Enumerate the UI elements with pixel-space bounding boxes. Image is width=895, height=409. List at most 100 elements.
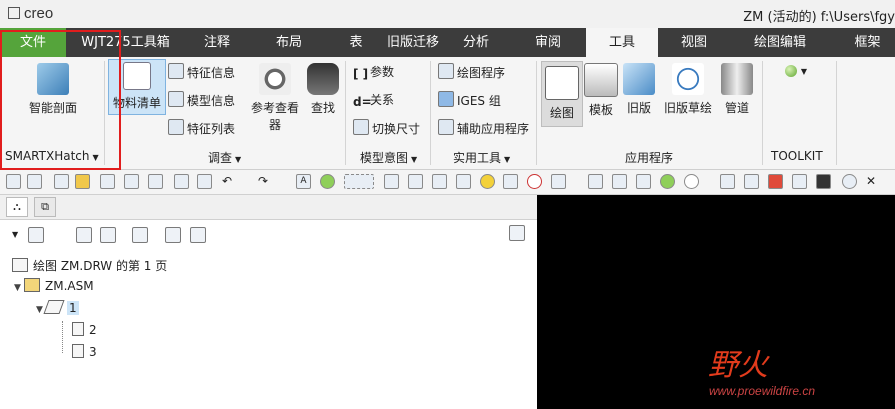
group-divider <box>536 61 537 165</box>
green-ball-icon-2[interactable] <box>660 174 675 189</box>
legacy-sketch-button[interactable]: 旧版草绘 <box>660 63 716 116</box>
brackets-icon: [ ] <box>353 67 369 81</box>
paint-icon[interactable] <box>456 174 471 189</box>
target-icon[interactable] <box>527 174 542 189</box>
tree-expand-icon[interactable] <box>76 227 92 243</box>
page-icon[interactable] <box>408 174 423 189</box>
export-icon[interactable] <box>792 174 807 189</box>
tree-node-child-2[interactable]: 2 <box>72 321 97 339</box>
eraser-icon[interactable] <box>384 174 399 189</box>
tab-drawing-edit[interactable]: 绘图编辑 <box>742 28 818 57</box>
chevron-down-icon: ▼ <box>235 155 242 164</box>
save-as-icon[interactable] <box>124 174 139 189</box>
tab-frame[interactable]: 框架 <box>840 28 895 57</box>
tree-node-assembly[interactable]: ▼ ZM.ASM <box>14 277 94 295</box>
component-icon <box>72 344 84 358</box>
toolkit-button[interactable]: ▼ <box>776 63 816 83</box>
table-icon[interactable] <box>816 174 831 189</box>
tab-annotate[interactable]: 注释 <box>192 28 242 57</box>
model-info-button[interactable]: 模型信息 <box>168 91 235 109</box>
creo-logo: creo <box>8 5 53 22</box>
app-menu-icon[interactable] <box>8 7 20 19</box>
tab-view[interactable]: 视图 <box>670 28 718 57</box>
tree-node-label: ZM.ASM <box>45 279 94 293</box>
show-icon[interactable] <box>28 227 44 243</box>
tab-layout[interactable]: 布局 <box>264 28 314 57</box>
folder-icon[interactable] <box>75 174 90 189</box>
tool-icon[interactable] <box>503 174 518 189</box>
tree-node-sheet-1[interactable]: ▼ 1 <box>36 299 79 317</box>
feature-list-button[interactable]: 特征列表 <box>168 119 235 137</box>
open-icon[interactable] <box>27 174 42 189</box>
group-label-utilities[interactable]: 实用工具 ▼ <box>453 149 510 166</box>
tree-node-child-3[interactable]: 3 <box>72 343 97 361</box>
layer-tree-tab-icon[interactable]: ⧉ <box>34 197 56 217</box>
model-tree-tab-icon[interactable]: ⛬ <box>6 197 28 217</box>
bom-icon <box>123 62 151 90</box>
save-icon[interactable] <box>100 174 115 189</box>
pdf-icon[interactable] <box>768 174 783 189</box>
regenerate-icon[interactable] <box>432 174 447 189</box>
tab-table[interactable]: 表 <box>338 28 374 57</box>
new-icon[interactable] <box>6 174 21 189</box>
legacy-label: 旧版 <box>626 101 651 115</box>
ref-viewer-button[interactable]: 参考查看器 <box>246 63 304 133</box>
green-ball-icon[interactable] <box>320 174 335 189</box>
legacy-button[interactable]: 旧版 <box>622 63 656 116</box>
print-icon[interactable] <box>174 174 189 189</box>
move-icon[interactable] <box>551 174 566 189</box>
backup-icon[interactable] <box>197 174 212 189</box>
switch-dims-label: 切换尺寸 <box>372 122 421 136</box>
note-icon[interactable] <box>509 225 525 241</box>
find-button[interactable]: 查找 <box>306 63 340 116</box>
group-label-investigate[interactable]: 调查 ▼ <box>208 149 241 166</box>
tree-toolbar: ▼ <box>0 225 537 247</box>
relations-button[interactable]: d=关系 <box>353 91 394 109</box>
layers-icon[interactable] <box>190 227 206 243</box>
tree-node-sheet-root[interactable]: 绘图 ZM.DRW 的第 1 页 <box>12 257 167 275</box>
chevron-down-icon[interactable]: ▼ <box>14 279 24 297</box>
aux-apps-button[interactable]: 辅助应用程序 <box>438 119 529 137</box>
template-button[interactable]: 模板 <box>584 63 618 118</box>
print-preview-icon[interactable] <box>720 174 735 189</box>
export-3dm-icon[interactable] <box>148 174 163 189</box>
graphics-window[interactable]: 野火 www.proewildfire.cn <box>537 195 895 409</box>
printer-icon[interactable] <box>612 174 627 189</box>
find-label: 查找 <box>310 101 335 115</box>
text-style-icon[interactable]: A <box>296 174 311 189</box>
iges-group-button[interactable]: IGES 组 <box>438 91 501 109</box>
tree-collapse-icon[interactable] <box>100 227 116 243</box>
group-label-model-intent[interactable]: 模型意图 ▼ <box>360 149 417 166</box>
clock-icon[interactable] <box>842 174 857 189</box>
close-icon[interactable]: ✕ <box>866 174 881 189</box>
piping-button[interactable]: 管道 <box>720 63 754 116</box>
tab-tools[interactable]: 工具 <box>586 28 658 57</box>
tab-legacy-migration[interactable]: 旧版迁移 <box>380 28 446 57</box>
number-five-icon[interactable] <box>684 174 699 189</box>
chevron-down-icon[interactable]: ▼ <box>12 227 28 243</box>
edit-icon[interactable] <box>744 174 759 189</box>
tree-settings-icon[interactable] <box>132 227 148 243</box>
piping-label: 管道 <box>724 101 749 115</box>
legacy-icon <box>623 63 655 95</box>
params-button[interactable]: [ ] 参数 <box>353 63 394 81</box>
model-info-icon <box>168 91 184 107</box>
tree-node-label: 1 <box>67 301 79 315</box>
redo-icon[interactable]: ↷ <box>258 174 273 189</box>
smiley-icon[interactable] <box>480 174 495 189</box>
tab-analysis[interactable]: 分析 <box>452 28 500 57</box>
switch-dims-button[interactable]: 切换尺寸 <box>353 119 420 137</box>
layer-icon[interactable] <box>588 174 603 189</box>
new-file-icon[interactable] <box>54 174 69 189</box>
tab-review[interactable]: 审阅 <box>524 28 572 57</box>
ref-viewer-label: 参考查看器 <box>250 101 299 132</box>
filter-icon[interactable] <box>165 227 181 243</box>
drawing-program-button[interactable]: 绘图程序 <box>438 63 505 81</box>
logo-text: creo <box>24 5 54 22</box>
undo-icon[interactable]: ↶ <box>222 174 237 189</box>
check-icon[interactable] <box>636 174 651 189</box>
feature-info-button[interactable]: 特征信息 <box>168 63 235 81</box>
drawing-app-button[interactable]: 绘图 <box>541 61 583 127</box>
select-box-icon[interactable] <box>344 174 374 189</box>
legacy-sketch-icon <box>672 63 704 95</box>
